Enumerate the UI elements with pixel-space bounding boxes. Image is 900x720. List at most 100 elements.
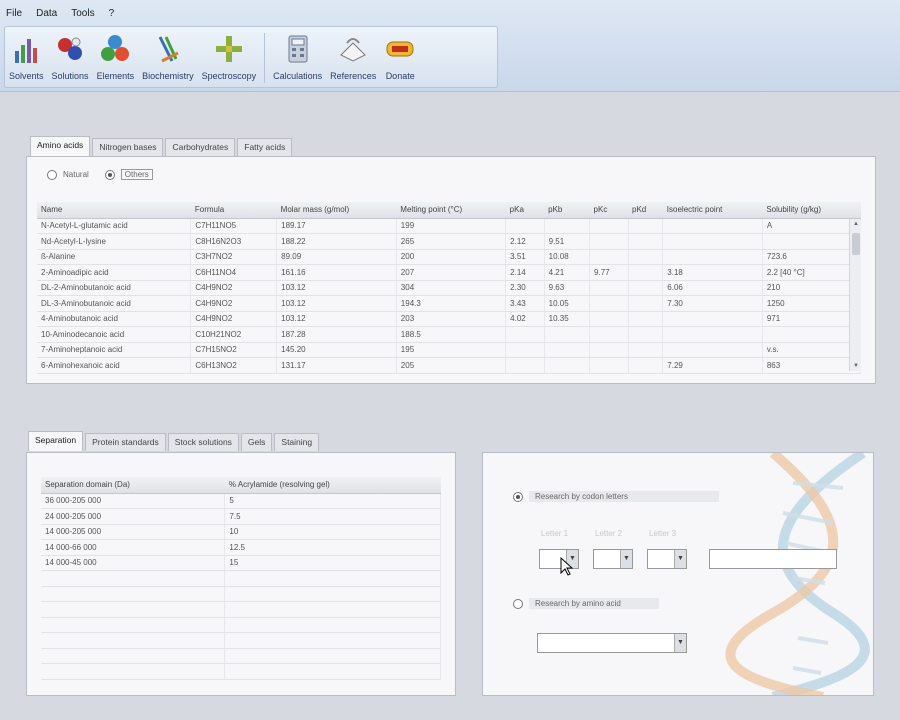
letter-2-combo[interactable]: ▼ <box>593 549 633 569</box>
menu-data[interactable]: Data <box>36 8 57 19</box>
table-row[interactable] <box>41 617 441 633</box>
biochemistry-button[interactable]: Biochemistry <box>142 33 194 81</box>
table-cell <box>589 233 629 250</box>
amino-acid-combo[interactable]: ▼ <box>537 633 687 653</box>
table-cell: 9.77 <box>589 264 629 281</box>
letter-3-combo[interactable]: ▼ <box>647 549 687 569</box>
table-header: Separation domain (Da)% Acrylamide (reso… <box>41 477 441 494</box>
menu-tools[interactable]: Tools <box>71 8 94 19</box>
table-cell: 3.43 <box>505 295 545 312</box>
table-row[interactable]: DL-3-Aminobutanoic acid C4H9NO2 103.12 194.… <box>37 295 862 312</box>
table-row[interactable] <box>41 601 441 618</box>
table-row[interactable]: 10-Aminodecanoic acid C10H21NO2 187.28 188.… <box>37 326 862 343</box>
table-row[interactable]: 14 000-45 000 15 <box>41 555 441 571</box>
table-row[interactable] <box>41 648 441 664</box>
table-cell: 10-Aminodecanoic acid <box>37 326 192 343</box>
calculations-button[interactable]: Calculations <box>273 33 322 81</box>
amino-acid-radio[interactable] <box>513 598 523 609</box>
table-cell <box>589 357 629 374</box>
scroll-thumb[interactable] <box>852 233 860 255</box>
scroll-down-icon[interactable]: ▼ <box>850 363 862 369</box>
table-cell <box>628 249 664 265</box>
table-cell <box>628 233 664 250</box>
table-cell <box>662 218 763 234</box>
radio-natural[interactable] <box>47 169 57 180</box>
tab-fatty-acids[interactable]: Fatty acids <box>237 138 293 156</box>
elements-button[interactable]: Elements <box>97 33 134 81</box>
tab-protein-standards[interactable]: Protein standards <box>85 433 166 451</box>
tab-gels[interactable]: Gels <box>240 433 273 451</box>
radio-natural-label: Natural <box>63 170 89 179</box>
table-row[interactable] <box>41 570 441 587</box>
column-header[interactable]: pKa <box>505 202 545 219</box>
table-cell: 6.06 <box>662 280 763 296</box>
table-row[interactable]: N-Acetyl-L-glutamic acid C7H11NO5 189.17 19… <box>37 218 862 234</box>
table-row[interactable]: 36 000-205 000 5 <box>41 493 441 509</box>
table-row[interactable]: DL-2-Aminobutanoic acid C4H9NO2 103.12 304 2… <box>37 280 862 296</box>
chevron-down-icon[interactable]: ▼ <box>674 550 686 568</box>
table-cell: 1250 <box>762 295 862 312</box>
table-row[interactable]: 2-Aminoadipic acid C6H11NO4 161.16 207 2.14 4… <box>37 264 862 281</box>
column-header[interactable]: Separation domain (Da) <box>41 477 225 494</box>
column-header[interactable]: pKd <box>628 202 663 219</box>
table-cell <box>224 570 441 587</box>
codon-result-field[interactable] <box>709 549 837 569</box>
table-row[interactable]: 14 000-205 000 10 <box>41 524 441 540</box>
column-header[interactable]: Melting point (°C) <box>396 202 506 219</box>
table-row[interactable]: 7-Aminoheptanoic acid C7H15NO2 145.20 195 v.… <box>37 342 862 358</box>
table-cell: C4H9NO2 <box>190 311 278 327</box>
tab-staining[interactable]: Staining <box>274 433 320 451</box>
spectroscopy-button[interactable]: Spectroscopy <box>202 33 256 81</box>
donate-button[interactable]: Donate <box>384 33 416 81</box>
tab-stock-solutions[interactable]: Stock solutions <box>167 433 239 451</box>
table-row[interactable] <box>41 586 441 602</box>
table-row[interactable]: ß-Alanine C3H7NO2 89.09 200 3.51 10.08 723.6 <box>37 249 862 265</box>
solutions-button[interactable]: Solutions <box>52 33 89 81</box>
table-row[interactable]: 14 000-66 000 12.5 <box>41 539 441 556</box>
amino-tabs: Amino acids Nitrogen bases Carbohydrates… <box>30 136 294 156</box>
column-header[interactable]: pKb <box>544 202 590 219</box>
table-cell <box>589 295 629 312</box>
chevron-down-icon[interactable]: ▼ <box>674 634 686 652</box>
column-header[interactable]: Name <box>37 202 191 219</box>
column-header[interactable]: % Acrylamide (resolving gel) <box>224 477 441 494</box>
table-cell <box>662 342 763 358</box>
table-row[interactable]: Nd-Acetyl-L-lysine C8H16N2O3 188.22 265 2.12… <box>37 233 862 250</box>
tab-amino-acids[interactable]: Amino acids <box>30 136 91 156</box>
column-header[interactable]: Formula <box>190 202 277 219</box>
tab-separation[interactable]: Separation <box>28 431 84 451</box>
table-cell: 145.20 <box>276 342 397 358</box>
column-header[interactable]: Solubility (g/kg) <box>762 202 861 219</box>
table-row[interactable] <box>41 632 441 649</box>
chevron-down-icon[interactable]: ▼ <box>620 550 632 568</box>
donate-label: Donate <box>385 71 415 81</box>
tab-nitrogen-bases[interactable]: Nitrogen bases <box>92 138 164 156</box>
tab-carbohydrates[interactable]: Carbohydrates <box>165 138 236 156</box>
references-button[interactable]: References <box>330 33 376 81</box>
solution-molecule-icon <box>58 37 83 60</box>
column-header[interactable]: Molar mass (g/mol) <box>276 202 397 219</box>
amino-scrollbar[interactable]: ▲ ▼ <box>849 219 861 371</box>
table-row[interactable] <box>41 663 441 680</box>
table-cell: 161.16 <box>276 264 397 281</box>
table-cell: 9.63 <box>544 280 591 296</box>
amino-acid-label: Research by amino acid <box>529 598 659 609</box>
table-cell: DL-2-Aminobutanoic acid <box>37 280 192 296</box>
table-cell: 10.08 <box>544 249 591 265</box>
table-row[interactable]: 4-Aminobutanoic acid C4H9NO2 103.12 203 4.02… <box>37 311 862 327</box>
table-cell <box>41 586 226 602</box>
table-cell: 203 <box>396 311 507 327</box>
solvents-button[interactable]: Solvents <box>9 33 44 81</box>
menu-file[interactable]: File <box>6 8 22 19</box>
scroll-up-icon[interactable]: ▲ <box>850 221 862 227</box>
table-cell: 4.02 <box>505 311 545 327</box>
radio-others[interactable] <box>104 169 115 180</box>
table-row[interactable]: 24 000-205 000 7.5 <box>41 508 441 525</box>
separation-panel: Separation domain (Da)% Acrylamide (reso… <box>26 452 456 696</box>
menu-help[interactable]: ? <box>109 8 115 19</box>
column-header[interactable]: pKc <box>589 202 628 219</box>
table-row[interactable]: 6-Aminohexanoic acid C6H13NO2 131.17 205 7.2… <box>37 357 862 374</box>
table-cell: 7.5 <box>224 508 441 525</box>
codon-letters-radio[interactable] <box>513 491 523 502</box>
column-header[interactable]: Isoelectric point <box>662 202 763 219</box>
